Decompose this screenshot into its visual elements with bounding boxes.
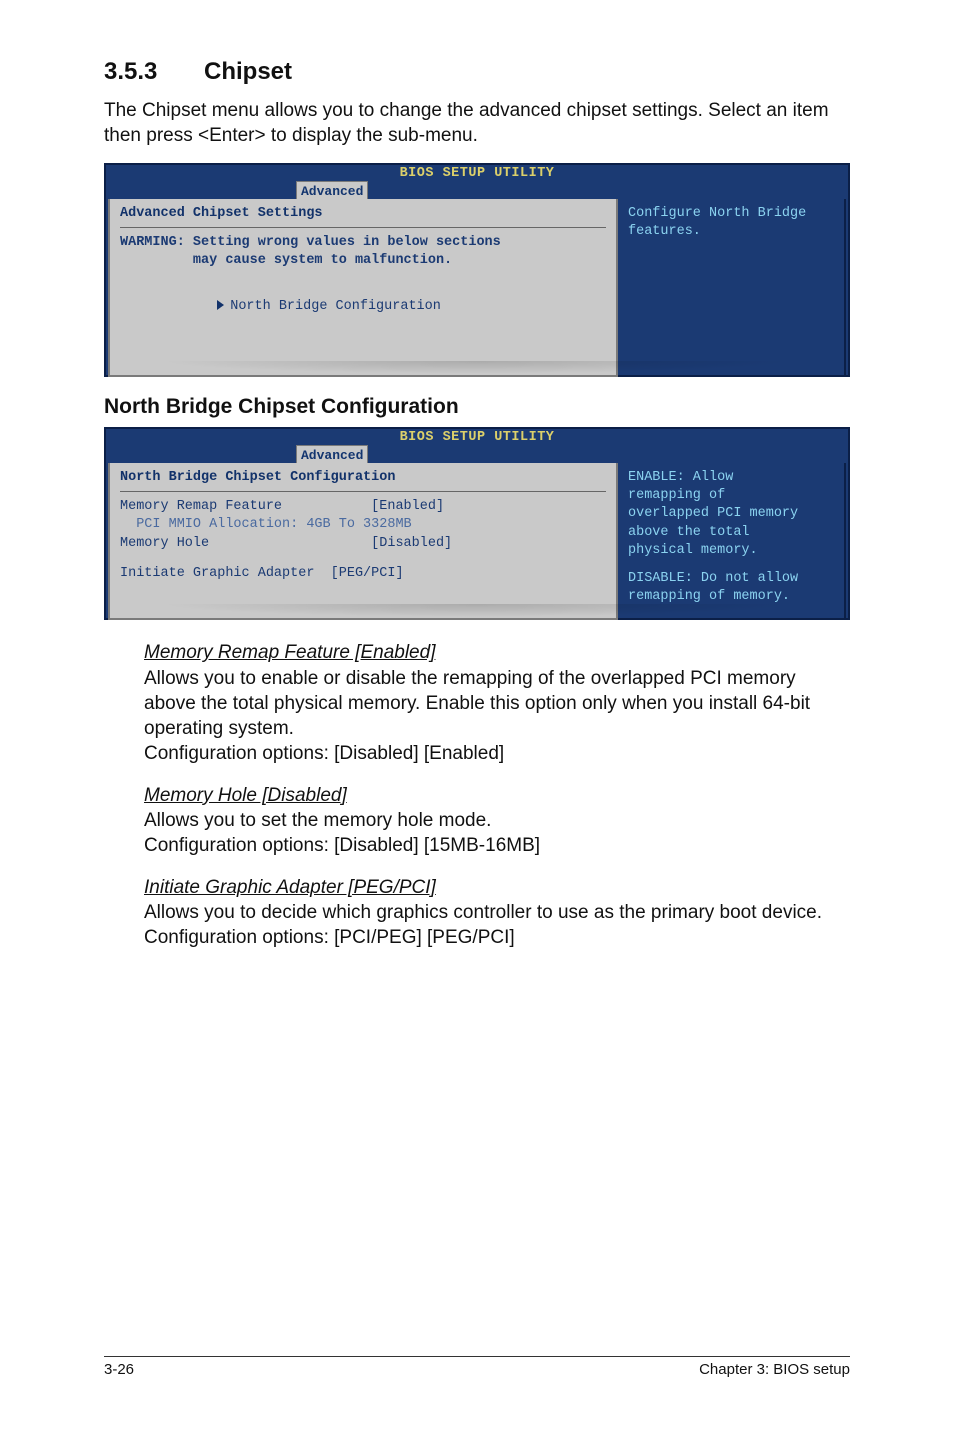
section-number: 3.5.3 (104, 58, 204, 86)
bios-left-heading: North Bridge Chipset Configuration (120, 469, 606, 487)
bios-help-line: features. (628, 223, 834, 241)
bios-help-line: above the total (628, 524, 834, 542)
bios-help-line: Configure North Bridge (628, 205, 834, 223)
bios-menu-label: North Bridge Configuration (230, 299, 441, 314)
bios-title: BIOS SETUP UTILITY (400, 165, 555, 183)
bios-tab-advanced[interactable]: Advanced (296, 445, 368, 465)
option-description: Allows you to decide which graphics cont… (144, 900, 850, 925)
bios-title: BIOS SETUP UTILITY (400, 429, 555, 447)
bios-menu-item-north-bridge[interactable]: North Bridge Configuration (120, 280, 606, 335)
bios-warning-line2: may cause system to malfunction. (120, 252, 606, 270)
bios-help-line: physical memory. (628, 542, 834, 560)
bios-tab-advanced[interactable]: Advanced (296, 181, 368, 201)
page-footer: 3-26 Chapter 3: BIOS setup (104, 1356, 850, 1378)
bios-setting-memory-remap[interactable]: Memory Remap Feature [Enabled] (120, 498, 606, 516)
option-config: Configuration options: [PCI/PEG] [PEG/PC… (144, 925, 850, 950)
bios-setting-initiate-graphic[interactable]: Initiate Graphic Adapter [PEG/PCI] (120, 565, 606, 583)
bios-setting-memory-hole[interactable]: Memory Hole [Disabled] (120, 535, 606, 553)
bios-left-heading: Advanced Chipset Settings (120, 205, 606, 223)
chevron-right-icon (217, 300, 224, 310)
subsection-heading: North Bridge Chipset Configuration (104, 395, 850, 419)
option-title: Memory Remap Feature [Enabled] (144, 642, 435, 663)
bios-help-line: overlapped PCI memory (628, 505, 834, 523)
option-initiate-graphic: Initiate Graphic Adapter [PEG/PCI] Allow… (144, 875, 850, 951)
bios-panel-advanced-chipset: BIOS SETUP UTILITY Advanced Advanced Chi… (104, 163, 850, 377)
page-number: 3-26 (104, 1361, 134, 1378)
option-title: Initiate Graphic Adapter [PEG/PCI] (144, 877, 436, 898)
option-title: Memory Hole [Disabled] (144, 785, 347, 806)
divider (120, 491, 606, 492)
option-description: Allows you to enable or disable the rema… (144, 666, 850, 742)
option-config: Configuration options: [Disabled] [15MB-… (144, 833, 850, 858)
bios-help-line: DISABLE: Do not allow (628, 570, 834, 588)
bios-help-line: remapping of (628, 487, 834, 505)
option-memory-hole: Memory Hole [Disabled] Allows you to set… (144, 783, 850, 859)
bios-help-line: ENABLE: Allow (628, 469, 834, 487)
section-heading: 3.5.3Chipset (104, 58, 850, 86)
chapter-label: Chapter 3: BIOS setup (699, 1361, 850, 1378)
divider (120, 227, 606, 228)
bios-warning-line1: WARMING: Setting wrong values in below s… (120, 234, 606, 252)
bios-info-pci-mmio: PCI MMIO Allocation: 4GB To 3328MB (120, 516, 606, 534)
option-memory-remap: Memory Remap Feature [Enabled] Allows yo… (144, 640, 850, 766)
bios-panel-north-bridge: BIOS SETUP UTILITY Advanced North Bridge… (104, 427, 850, 621)
section-title: Chipset (204, 58, 292, 85)
option-description: Allows you to set the memory hole mode. (144, 808, 850, 833)
intro-paragraph: The Chipset menu allows you to change th… (104, 98, 850, 149)
option-config: Configuration options: [Disabled] [Enabl… (144, 741, 850, 766)
bios-help-line: remapping of memory. (628, 588, 834, 606)
